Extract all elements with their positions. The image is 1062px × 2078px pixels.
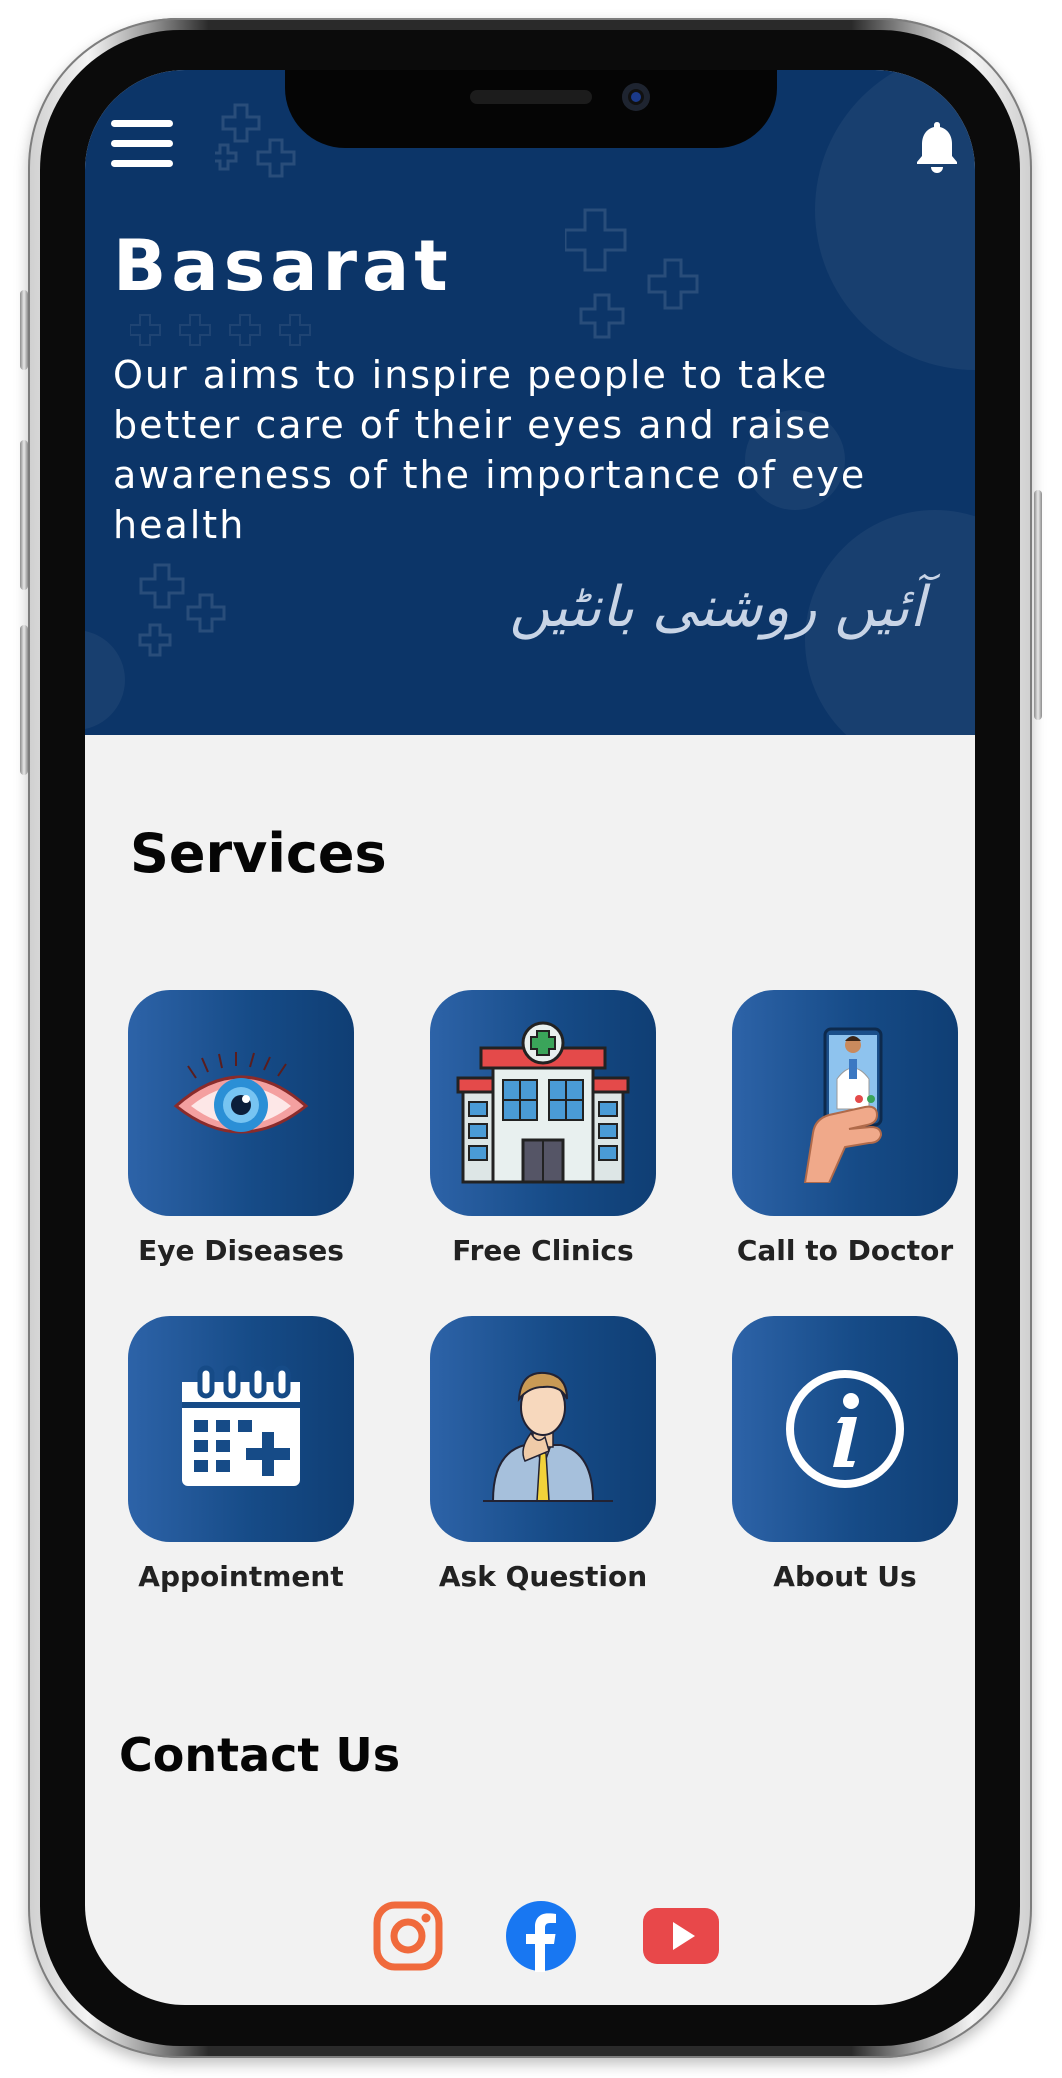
- medical-cross-pattern: [138, 563, 226, 657]
- service-label: Free Clinics: [452, 1234, 634, 1267]
- app-screen: Basarat Our aims to inspire people to ta…: [85, 70, 975, 2005]
- youtube-icon[interactable]: [641, 1900, 721, 1972]
- service-label: Ask Question: [438, 1560, 648, 1593]
- medical-cross-pattern: [565, 208, 699, 339]
- service-ask-question[interactable]: Ask Question: [430, 1316, 656, 1593]
- phone-doctor-icon: [803, 1027, 883, 1183]
- volume-down-button: [20, 625, 28, 775]
- thinking-person-icon: [483, 1371, 613, 1502]
- service-eye-diseases[interactable]: Eye Diseases: [128, 990, 354, 1267]
- bell-icon[interactable]: [913, 118, 961, 174]
- urdu-slogan: آئیں روشنی بانٹیں: [509, 575, 925, 640]
- eye-icon: [173, 1052, 309, 1134]
- social-links: [85, 1900, 975, 1980]
- instagram-icon[interactable]: [372, 1900, 444, 1972]
- contact-heading: Contact Us: [119, 1728, 401, 1782]
- facebook-icon[interactable]: [505, 1900, 577, 1972]
- service-label: Appointment: [138, 1560, 344, 1593]
- hero-header: Basarat Our aims to inspire people to ta…: [85, 70, 975, 735]
- menu-icon[interactable]: [111, 120, 173, 168]
- bg-circle: [815, 70, 975, 370]
- service-appointment[interactable]: Appointment: [128, 1316, 354, 1593]
- info-icon: [786, 1370, 904, 1488]
- service-call-to-doctor[interactable]: Call to Doctor: [732, 990, 958, 1267]
- service-label: Eye Diseases: [138, 1234, 344, 1267]
- service-tile-box[interactable]: [430, 1316, 656, 1542]
- app-title: Basarat: [113, 225, 453, 307]
- service-tile-box[interactable]: [732, 1316, 958, 1542]
- front-camera: [622, 83, 650, 111]
- medical-cross-pattern: [130, 314, 311, 346]
- tagline: Our aims to inspire people to take bette…: [113, 353, 867, 547]
- service-label: About Us: [773, 1560, 917, 1593]
- service-tile-box[interactable]: [128, 990, 354, 1216]
- service-tile-box[interactable]: [732, 990, 958, 1216]
- service-free-clinics[interactable]: Free Clinics: [430, 990, 656, 1267]
- calendar-add-icon: [182, 1365, 300, 1486]
- service-tile-box[interactable]: [430, 990, 656, 1216]
- phone-notch: [285, 70, 777, 148]
- service-about-us[interactable]: About Us: [732, 1316, 958, 1593]
- service-tile-box[interactable]: [128, 1316, 354, 1542]
- earpiece-speaker: [470, 90, 592, 104]
- services-heading: Services: [130, 822, 387, 885]
- mute-switch: [20, 290, 28, 370]
- power-button: [1034, 490, 1042, 720]
- service-label: Call to Doctor: [736, 1234, 954, 1267]
- bg-circle: [85, 630, 125, 730]
- hospital-icon: [456, 1021, 630, 1184]
- volume-up-button: [20, 440, 28, 590]
